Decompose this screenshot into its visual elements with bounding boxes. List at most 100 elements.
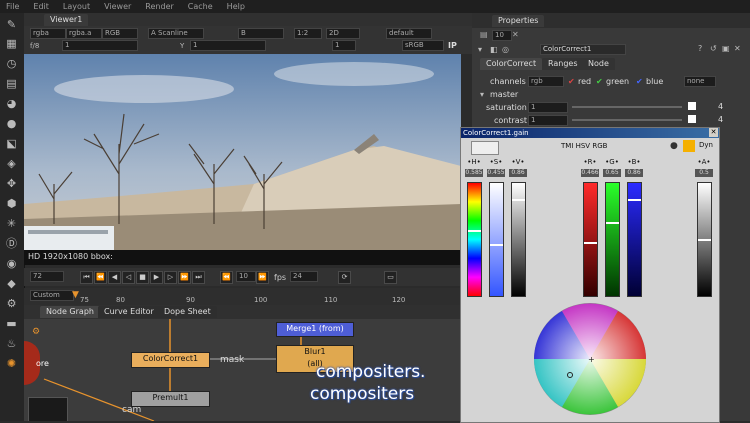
- gain-a-slider[interactable]: [697, 182, 712, 297]
- tab-viewer1[interactable]: Viewer1: [44, 14, 89, 26]
- picker-icon[interactable]: ●: [670, 141, 678, 151]
- proxy-select[interactable]: 1:2: [294, 28, 322, 39]
- tab-curve-editor[interactable]: Curve Editor: [98, 306, 160, 318]
- panel-count-input[interactable]: 10: [492, 30, 512, 41]
- menu-render[interactable]: Render: [145, 2, 173, 11]
- menu-layout[interactable]: Layout: [63, 2, 90, 11]
- gain-a-marker[interactable]: [698, 239, 711, 241]
- frame-input[interactable]: 72: [30, 271, 64, 282]
- node-color-icon[interactable]: ◧: [490, 45, 498, 54]
- timeline[interactable]: Custom ▼ 75 80 90 100 110 120: [24, 288, 461, 305]
- close-all-icon[interactable]: ✕: [512, 30, 519, 39]
- keyer-icon[interactable]: ⬕: [5, 137, 18, 150]
- furnace-icon[interactable]: ♨: [5, 337, 18, 350]
- input-a-select[interactable]: A Scanline: [148, 28, 204, 39]
- channels-select[interactable]: rgb: [528, 76, 564, 87]
- close-popup-icon[interactable]: ✕: [709, 128, 718, 137]
- last-frame-icon[interactable]: ⏭: [192, 271, 205, 284]
- merge1-node[interactable]: Merge1 (from): [276, 322, 354, 337]
- gain-h-slider[interactable]: [467, 182, 482, 297]
- step-forward-icon[interactable]: ⏩: [256, 271, 269, 284]
- first-frame-icon[interactable]: ⏮: [80, 271, 93, 284]
- fstop-input[interactable]: 1: [62, 40, 138, 51]
- hide-icon[interactable]: ▤: [480, 30, 488, 39]
- blue-check-icon[interactable]: ✔: [636, 77, 643, 86]
- gain-v-marker[interactable]: [512, 199, 525, 201]
- frame-field[interactable]: 1: [332, 40, 356, 51]
- views-icon[interactable]: ◉: [5, 257, 18, 270]
- tab-properties[interactable]: Properties: [492, 15, 545, 27]
- float-icon[interactable]: ▣: [722, 44, 730, 53]
- colorspace-select[interactable]: RGB: [102, 28, 138, 39]
- contrast-slider[interactable]: [572, 119, 682, 121]
- fps-input[interactable]: 24: [290, 271, 318, 282]
- tab-node[interactable]: Node: [582, 58, 615, 70]
- gain-b-marker[interactable]: [628, 199, 641, 201]
- tab-node-graph[interactable]: Node Graph: [40, 306, 100, 318]
- color-wheel[interactable]: +: [533, 302, 647, 416]
- gain-v-slider[interactable]: [511, 182, 526, 297]
- range-mode-select[interactable]: Custom: [30, 290, 74, 301]
- master-toggle-icon[interactable]: ▾: [480, 90, 484, 99]
- contrast-input[interactable]: 1: [528, 115, 568, 126]
- menu-help[interactable]: Help: [227, 2, 245, 11]
- channel-a-select[interactable]: rgba: [30, 28, 66, 39]
- gain-h-value[interactable]: 0.585: [465, 169, 483, 177]
- pencil-icon[interactable]: ✎: [5, 18, 18, 31]
- transform-icon[interactable]: ✥: [5, 177, 18, 190]
- toolsets-icon[interactable]: ⚙: [5, 297, 18, 310]
- gain-h-marker[interactable]: [468, 230, 481, 232]
- other-icon[interactable]: ▬: [5, 317, 18, 330]
- menu-file[interactable]: File: [6, 2, 19, 11]
- saturation-swatch[interactable]: [688, 102, 696, 110]
- alpha-channel-select[interactable]: none: [684, 76, 716, 87]
- gain-b-slider[interactable]: [627, 182, 642, 297]
- color-icon[interactable]: ◕: [5, 97, 18, 110]
- gain-v-value[interactable]: 0.86: [509, 169, 527, 177]
- display-lut-select[interactable]: sRGB: [402, 40, 444, 51]
- playhead-icon[interactable]: ▼: [72, 290, 79, 300]
- node-header-toggle-icon[interactable]: ▾: [478, 45, 482, 54]
- lut-select[interactable]: default: [386, 28, 432, 39]
- time-icon[interactable]: ◷: [5, 57, 18, 70]
- tab-colorcorrect[interactable]: ColorCorrect: [480, 58, 543, 70]
- prev-frame-icon[interactable]: ◀: [108, 271, 121, 284]
- gain-a-value[interactable]: 0.5: [695, 169, 713, 177]
- dyn-button[interactable]: Dyn: [699, 141, 713, 149]
- tab-ranges[interactable]: Ranges: [542, 58, 584, 70]
- next-key-icon[interactable]: ⏩: [178, 271, 191, 284]
- palette-icon[interactable]: [683, 140, 695, 152]
- gain-r-slider[interactable]: [583, 182, 598, 297]
- gamma-input[interactable]: 1: [190, 40, 266, 51]
- gain-s-marker[interactable]: [490, 244, 503, 246]
- gain-s-value[interactable]: 0.455: [487, 169, 505, 177]
- step-input[interactable]: 10: [236, 271, 256, 282]
- view-mode-select[interactable]: 2D: [326, 28, 360, 39]
- gain-r-value[interactable]: 0.466: [581, 169, 599, 177]
- saturation-input[interactable]: 1: [528, 102, 568, 113]
- viewer-image[interactable]: [24, 54, 461, 250]
- menu-edit[interactable]: Edit: [33, 2, 49, 11]
- swatch-button[interactable]: [471, 141, 499, 155]
- loop-icon[interactable]: ⟳: [338, 271, 351, 284]
- tab-dope-sheet[interactable]: Dope Sheet: [158, 306, 217, 318]
- next-frame-icon[interactable]: ▷: [164, 271, 177, 284]
- saturation-slider[interactable]: [572, 106, 682, 108]
- node-name-field[interactable]: ColorCorrect1: [540, 44, 626, 55]
- merge-icon[interactable]: ◈: [5, 157, 18, 170]
- nuke-logo-icon[interactable]: ✺: [5, 357, 18, 370]
- gain-g-value[interactable]: 0.65: [603, 169, 621, 177]
- channel-icon[interactable]: ▤: [5, 77, 18, 90]
- deep-icon[interactable]: Ⓓ: [5, 237, 18, 250]
- mode-label[interactable]: TMI HSV RGB: [561, 142, 607, 150]
- gain-s-slider[interactable]: [489, 182, 504, 297]
- play-icon[interactable]: ▶: [150, 271, 163, 284]
- image-icon[interactable]: ▦: [5, 37, 18, 50]
- menu-viewer[interactable]: Viewer: [104, 2, 131, 11]
- colorcorrect1-node[interactable]: ColorCorrect1: [131, 352, 210, 368]
- stop-icon[interactable]: ■: [136, 271, 149, 284]
- red-check-icon[interactable]: ✔: [568, 77, 575, 86]
- input-b-select[interactable]: B: [238, 28, 284, 39]
- gain-g-slider[interactable]: [605, 182, 620, 297]
- gain-r-marker[interactable]: [584, 242, 597, 244]
